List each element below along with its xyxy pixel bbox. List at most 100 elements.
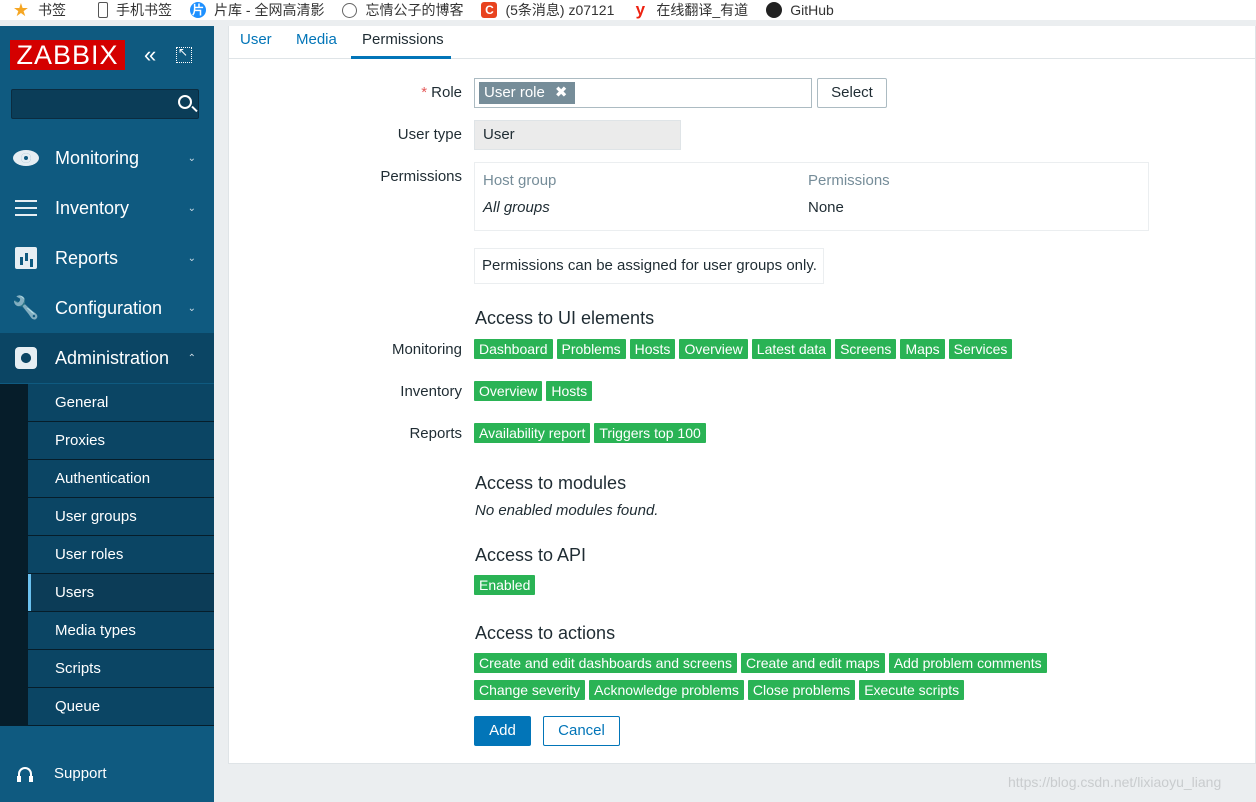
role-tag: User role ✖ [479, 82, 576, 104]
submenu-queue[interactable]: Queue [28, 688, 214, 725]
modules-empty-text: No enabled modules found. [475, 502, 659, 519]
ui-element-tag: Dashboard [474, 339, 553, 359]
bookmark-label: 手机书签 [116, 2, 172, 18]
piankul-icon: 片 [190, 2, 206, 18]
remove-role-icon[interactable]: ✖ [555, 82, 568, 104]
submenu-user-groups[interactable]: User groups [28, 498, 214, 535]
ui-element-tag: Overview [474, 381, 543, 401]
support-label: Support [54, 764, 107, 782]
tab-permissions[interactable]: Permissions [362, 31, 444, 48]
monitoring-tags: Dashboard Problems Hosts Overview Latest… [474, 339, 1013, 359]
sidebar: ZABBIX « Monitoring ⌄ Inventory ⌄ Report… [0, 26, 214, 802]
permissions-label: Permissions [380, 168, 462, 185]
menu-monitoring[interactable]: Monitoring ⌄ [0, 133, 214, 183]
submenu-authentication[interactable]: Authentication [28, 460, 214, 497]
role-multiselect[interactable]: User role ✖ [474, 78, 812, 108]
inventory-label: Inventory [400, 383, 462, 400]
ui-element-tag: Screens [835, 339, 897, 359]
bookmark-item[interactable]: GitHub [766, 0, 834, 20]
add-button[interactable]: Add [474, 716, 531, 746]
tab-bar: User Media Permissions [229, 26, 1256, 59]
ui-element-tag: Triggers top 100 [594, 423, 706, 443]
chevron-up-icon: ⌃ [187, 352, 196, 364]
list-icon [13, 196, 39, 220]
submenu-scripts[interactable]: Scripts [28, 650, 214, 687]
submenu-media-types[interactable]: Media types [28, 612, 214, 649]
collapse-sidebar-icon[interactable]: « [144, 44, 156, 66]
youdao-icon: y [635, 0, 646, 19]
chevron-down-icon: ⌄ [187, 202, 196, 214]
monitoring-label: Monitoring [391, 341, 462, 358]
bookmark-label: 在线翻译_有道 [656, 2, 749, 18]
action-tag: Execute scripts [859, 680, 965, 700]
submenu-general[interactable]: General [28, 384, 214, 421]
menu-inventory[interactable]: Inventory ⌄ [0, 183, 214, 233]
watermark-text: https://blog.csdn.net/lixiaoyu_liang [1008, 774, 1222, 790]
zabbix-logo[interactable]: ZABBIX [10, 40, 125, 70]
action-tag: Create and edit dashboards and screens [474, 653, 737, 673]
ui-element-tag: Latest data [751, 339, 832, 359]
column-header: Permissions [808, 172, 890, 189]
action-tag: Acknowledge problems [589, 680, 744, 700]
permissions-table: Host group Permissions All groups None [474, 162, 1149, 231]
chevron-down-icon: ⌄ [187, 302, 196, 314]
gear-icon [13, 346, 39, 370]
action-tag: Close problems [747, 680, 856, 700]
active-tab-indicator [351, 56, 451, 59]
column-header: Host group [483, 172, 557, 189]
tab-user[interactable]: User [240, 31, 272, 48]
required-marker: * [421, 84, 428, 101]
bookmark-item[interactable]: y 在线翻译_有道 [632, 0, 749, 20]
menu-reports[interactable]: Reports ⌄ [0, 233, 214, 283]
ui-element-tag: Overview [679, 339, 748, 359]
tab-media[interactable]: Media [296, 31, 337, 48]
csdn-icon: C [481, 2, 498, 18]
api-tags: Enabled [474, 575, 536, 595]
role-tag-label: User role [484, 84, 545, 101]
wrench-icon: 🔧 [12, 295, 40, 320]
star-icon: ★ [12, 0, 30, 20]
chevron-down-icon: ⌄ [187, 152, 196, 164]
menu-label: Configuration [55, 297, 163, 318]
bookmark-label: GitHub [790, 2, 834, 18]
cancel-button[interactable]: Cancel [543, 716, 620, 746]
bookmark-item[interactable]: C (5条消息) z07121 [481, 0, 614, 20]
administration-submenu: General Proxies Authentication User grou… [0, 384, 214, 726]
bookmark-item[interactable]: ★ 书签 [12, 0, 66, 20]
search-input[interactable] [11, 89, 199, 119]
github-icon [766, 2, 783, 18]
globe-icon [342, 2, 358, 18]
menu-administration[interactable]: Administration ⌃ [0, 333, 214, 383]
actions-title: Access to actions [475, 623, 616, 643]
table-cell: All groups [483, 199, 550, 216]
bookmark-item[interactable]: 片 片库 - 全网高清影 [190, 0, 324, 20]
support-link[interactable]: Support [0, 748, 214, 798]
bookmarks-bar: ★ 书签 手机书签 片 片库 - 全网高清影 忘情公子的博客 C (5条消息) … [0, 0, 1256, 20]
submenu-users[interactable]: Users [28, 574, 214, 611]
action-tag: Add problem comments [888, 653, 1047, 673]
actions-tags-row2: Change severity Acknowledge problems Clo… [474, 680, 965, 700]
search-icon[interactable] [178, 95, 192, 109]
ui-element-tag: Maps [900, 339, 945, 359]
select-role-button[interactable]: Select [817, 78, 887, 108]
ui-element-tag: Hosts [629, 339, 676, 359]
eye-icon [13, 146, 39, 170]
chevron-down-icon: ⌄ [187, 252, 196, 264]
api-title: Access to API [475, 545, 587, 565]
submenu-user-roles[interactable]: User roles [28, 536, 214, 573]
submenu-proxies[interactable]: Proxies [28, 422, 214, 459]
menu-label: Inventory [55, 197, 130, 218]
menu-configuration[interactable]: 🔧 Configuration ⌄ [0, 283, 214, 333]
role-label: * Role [421, 84, 462, 101]
reports-tags: Availability report Triggers top 100 [474, 423, 706, 443]
actions-tags-row1: Create and edit dashboards and screens C… [474, 653, 1047, 673]
action-tag: Change severity [474, 680, 586, 700]
headset-icon [17, 767, 32, 782]
bookmark-label: (5条消息) z07121 [505, 2, 615, 18]
menu-label: Reports [55, 247, 119, 268]
reports-label: Reports [409, 425, 462, 442]
modules-title: Access to modules [475, 473, 627, 493]
bookmark-item[interactable]: 忘情公子的博客 [342, 0, 463, 20]
kiosk-mode-icon[interactable] [176, 45, 192, 63]
bookmark-item[interactable]: 手机书签 [94, 0, 172, 20]
